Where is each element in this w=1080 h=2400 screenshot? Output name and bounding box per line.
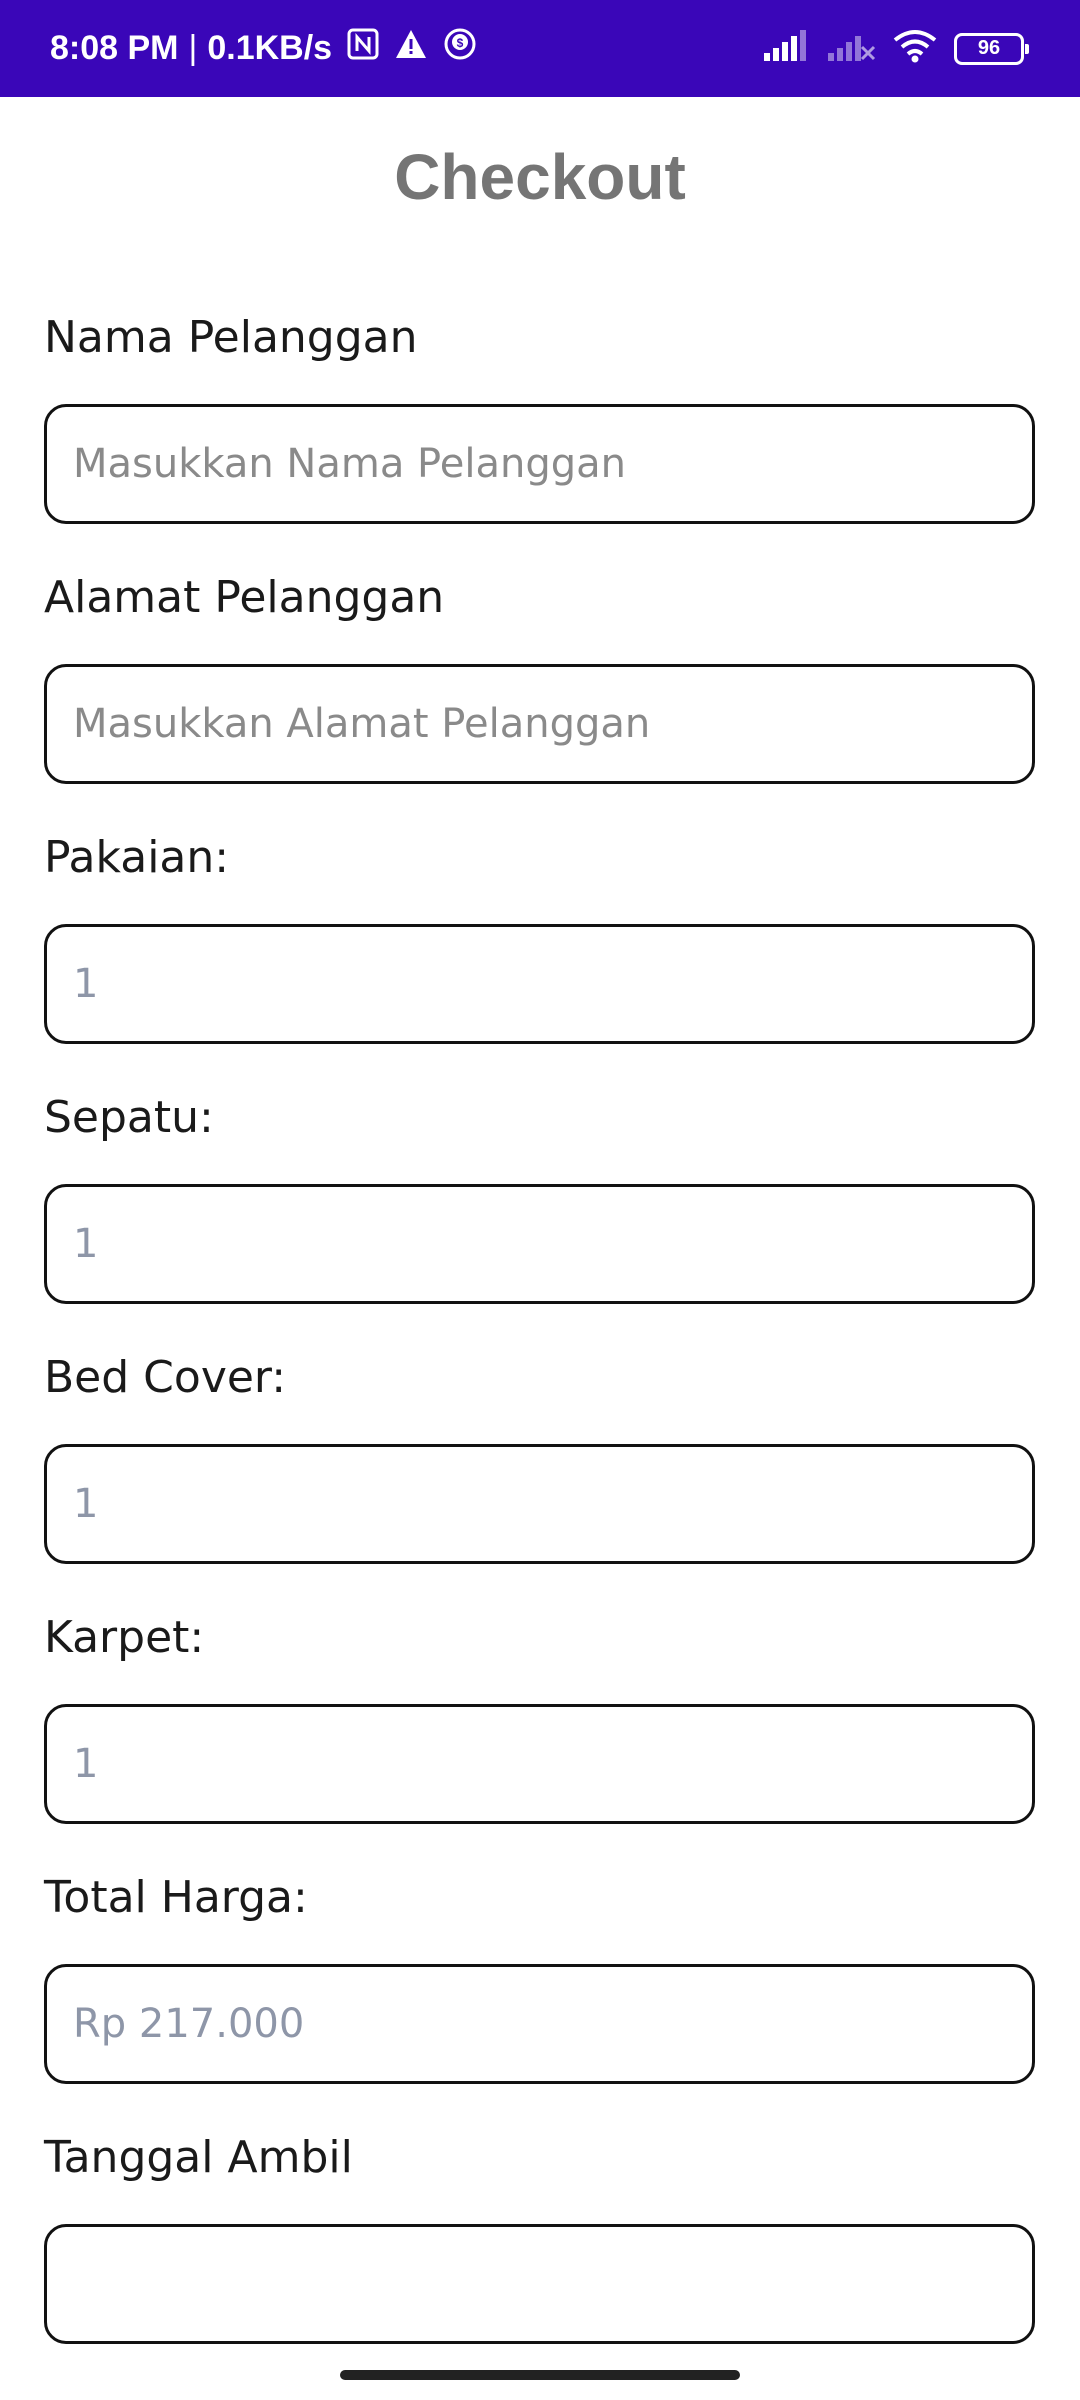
nama-pelanggan-label: Nama Pelanggan — [44, 312, 418, 363]
tanggal-ambil-field[interactable] — [44, 2224, 1035, 2344]
alamat-pelanggan-label: Alamat Pelanggan — [44, 572, 445, 623]
bed-cover-input[interactable] — [47, 1447, 1032, 1561]
nfc-icon — [346, 27, 380, 70]
battery-level: 96 — [977, 37, 1001, 59]
total-harga-label: Total Harga: — [44, 1872, 308, 1923]
nama-pelanggan-input[interactable] — [47, 407, 1032, 521]
sepatu-input[interactable] — [47, 1187, 1032, 1301]
alamat-pelanggan-input[interactable] — [47, 667, 1032, 781]
bed-cover-label: Bed Cover: — [44, 1352, 287, 1403]
signal-icon — [762, 29, 810, 68]
status-time: 8:08 PM — [50, 29, 179, 67]
svg-text:$: $ — [457, 36, 464, 50]
page-title: Checkout — [394, 141, 686, 213]
home-indicator[interactable] — [340, 2370, 740, 2380]
sepatu-label: Sepatu: — [44, 1092, 214, 1143]
status-bar: 8:08 PM | 0.1KB/s $ 96 — [0, 0, 1080, 97]
warning-icon — [394, 28, 428, 69]
sepatu-field[interactable] — [44, 1184, 1035, 1304]
pakaian-label: Pakaian: — [44, 832, 230, 883]
battery-icon: 96 — [954, 32, 1029, 65]
total-harga-field[interactable] — [44, 1964, 1035, 2084]
tanggal-ambil-label: Tanggal Ambil — [44, 2132, 353, 2183]
karpet-label: Karpet: — [44, 1612, 205, 1663]
wifi-icon — [892, 28, 938, 69]
karpet-field[interactable] — [44, 1704, 1035, 1824]
status-separator: | — [188, 29, 198, 67]
alamat-pelanggan-field[interactable] — [44, 664, 1035, 784]
status-right: 96 — [762, 0, 1029, 97]
nama-pelanggan-field[interactable] — [44, 404, 1035, 524]
s-app-icon: $ — [442, 26, 478, 71]
bed-cover-field[interactable] — [44, 1444, 1035, 1564]
network-speed: 0.1KB/s — [207, 29, 333, 67]
signal-off-icon — [826, 29, 876, 68]
tanggal-ambil-input[interactable] — [47, 2227, 1032, 2341]
status-left: 8:08 PM | 0.1KB/s $ — [50, 0, 478, 97]
pakaian-field[interactable] — [44, 924, 1035, 1044]
karpet-input[interactable] — [47, 1707, 1032, 1821]
pakaian-input[interactable] — [47, 927, 1032, 1041]
total-harga-input[interactable] — [47, 1967, 1032, 2081]
